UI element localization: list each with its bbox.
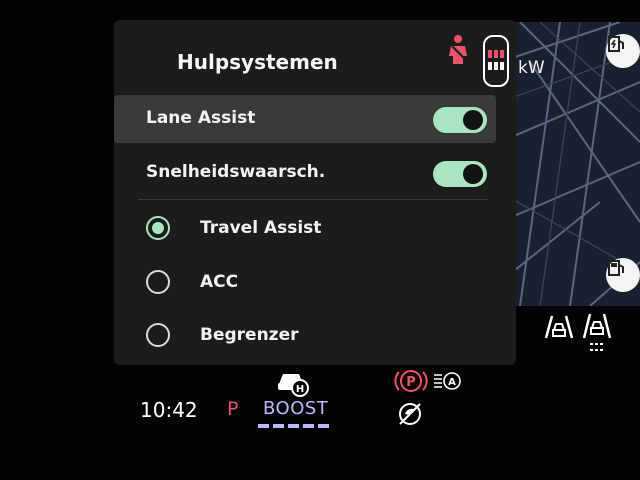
fuel-pump-icon[interactable] bbox=[606, 258, 640, 292]
ev-charging-icon[interactable] bbox=[606, 34, 640, 68]
power-unit-label: kW bbox=[518, 58, 545, 78]
hybrid-car-icon: H bbox=[276, 368, 312, 402]
adaptive-cruise-indicator-icon bbox=[580, 310, 614, 358]
limiter-radio[interactable] bbox=[146, 323, 170, 347]
radio-label: Travel Assist bbox=[200, 218, 322, 238]
svg-text:P: P bbox=[406, 375, 416, 390]
divider bbox=[138, 199, 488, 200]
toggle-label: Snelheidswaarsch. bbox=[146, 162, 326, 182]
travel-assist-radio[interactable] bbox=[146, 216, 170, 240]
speed-warning-toggle[interactable] bbox=[433, 161, 487, 187]
radio-label: ACC bbox=[200, 272, 239, 292]
seatbelt-warning-icon bbox=[444, 34, 472, 70]
radio-label: Begrenzer bbox=[200, 325, 299, 345]
toggle-knob bbox=[463, 164, 483, 184]
lane-assist-toggle[interactable] bbox=[433, 107, 487, 133]
auto-headlight-icon: A bbox=[432, 370, 462, 396]
radio-row-travel-assist[interactable]: Travel Assist bbox=[114, 204, 496, 254]
lane-assist-indicator-icon bbox=[542, 312, 576, 344]
svg-text:H: H bbox=[296, 384, 304, 395]
toggle-row-speed-warning[interactable]: Snelheidswaarsch. bbox=[114, 149, 496, 197]
car-overview-icon bbox=[481, 34, 511, 88]
radio-row-acc[interactable]: ACC bbox=[114, 258, 496, 308]
driver-assistance-panel: Hulpsystemen Lane Assist Snelheidswaarsc… bbox=[114, 20, 516, 365]
gear-indicator: P bbox=[227, 398, 239, 420]
panel-title: Hulpsystemen bbox=[177, 50, 338, 74]
boost-level-bar bbox=[258, 424, 330, 428]
clock: 10:42 bbox=[140, 398, 198, 422]
eco-off-icon bbox=[396, 400, 424, 432]
parking-brake-icon: P bbox=[394, 368, 428, 398]
acc-radio[interactable] bbox=[146, 270, 170, 294]
toggle-label: Lane Assist bbox=[146, 108, 256, 128]
toggle-knob bbox=[463, 110, 483, 130]
svg-text:A: A bbox=[448, 377, 456, 388]
radio-row-limiter[interactable]: Begrenzer bbox=[114, 311, 496, 361]
toggle-row-lane-assist[interactable]: Lane Assist bbox=[114, 95, 496, 143]
